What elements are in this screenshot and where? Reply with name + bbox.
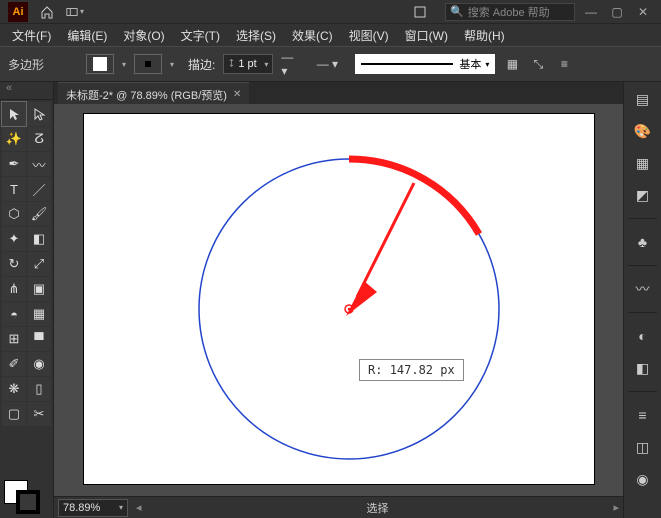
zoom-field[interactable]: 78.89% ▾ — [58, 499, 128, 517]
gradient-panel-icon[interactable]: ◧ — [632, 357, 654, 379]
toolbox-tab[interactable]: « — [0, 82, 53, 100]
direct-select-tool[interactable] — [27, 102, 51, 126]
right-dock: ▤ 🎨 ▦ ◩ ♣ 〰 ◐ ◧ ≡ ◫ ◉ — [623, 82, 661, 518]
swatches-panel-icon[interactable]: ▦ — [632, 152, 654, 174]
artboard-tool[interactable]: ▢ — [2, 402, 26, 426]
color-panel-icon[interactable]: 🎨 — [632, 120, 654, 142]
menu-object[interactable]: 对象(O) — [117, 25, 170, 46]
tab-close-button[interactable]: ✕ — [233, 89, 241, 100]
type-tool[interactable]: T — [2, 177, 26, 201]
search-input[interactable]: 🔍 搜索 Adobe 帮助 — [445, 3, 575, 21]
document-tab[interactable]: 未标题-2* @ 78.89% (RGB/预览) ✕ — [58, 82, 249, 104]
close-button[interactable]: ✕ — [633, 5, 653, 19]
align-dropdown[interactable]: ▦ — [503, 55, 521, 73]
layout-dropdown[interactable] — [66, 3, 84, 21]
style-value: 基本 — [459, 56, 481, 72]
scale-tool[interactable]: ⤢ — [27, 252, 51, 276]
width-tool[interactable]: ⋔ — [2, 277, 26, 301]
symbols-panel-icon[interactable]: ♣ — [632, 231, 654, 253]
brush-def-dropdown[interactable]: — ▾ — [307, 55, 347, 73]
eraser-tool[interactable]: ◧ — [27, 227, 51, 251]
transform-dropdown[interactable]: ⤡ — [529, 55, 547, 73]
lasso-tool[interactable]: ⵒ — [27, 127, 51, 151]
fill-swatch[interactable] — [86, 54, 114, 74]
title-bar: Ai 🔍 搜索 Adobe 帮助 — ▢ ✕ — [0, 0, 661, 24]
appearance-panel-icon[interactable]: ◉ — [632, 468, 654, 490]
menu-effect[interactable]: 效果(C) — [286, 25, 339, 46]
expand-icon[interactable] — [411, 3, 429, 21]
free-transform-tool[interactable]: ▣ — [27, 277, 51, 301]
menu-file[interactable]: 文件(F) — [6, 25, 57, 46]
stroke-color-swatch[interactable] — [16, 490, 40, 514]
shape-builder-tool[interactable]: ◓ — [2, 302, 26, 326]
tool-panel: « ✨ ⵒ ✒ 〰 T ／ ⬡ 🖌 ✦ ◧ ↻ ⤢ ⋔ ▣ ◓ ▦ ⊞ ▀ ✐ … — [0, 82, 54, 518]
rotate-tool[interactable]: ↻ — [2, 252, 26, 276]
mesh-tool[interactable]: ⊞ — [2, 327, 26, 351]
chevron-down-icon[interactable]: ▾ — [122, 60, 126, 69]
curvature-tool[interactable]: 〰 — [27, 152, 51, 176]
graph-tool[interactable]: ▯ — [27, 377, 51, 401]
stroke-weight-field[interactable]: ⭥ 1 pt ▾ — [223, 54, 273, 74]
canvas[interactable]: R: 147.82 px — [54, 104, 623, 496]
status-mode: 选择 — [150, 500, 606, 516]
search-placeholder: 搜索 Adobe 帮助 — [468, 4, 550, 20]
radius-value: 147.82 px — [390, 363, 455, 377]
align-panel-icon[interactable]: ≡ — [632, 404, 654, 426]
stroke-swatch[interactable] — [134, 54, 162, 74]
pen-tool[interactable]: ✒ — [2, 152, 26, 176]
chevron-down-icon[interactable]: ▾ — [170, 60, 174, 69]
pathfinder-panel-icon[interactable]: ◫ — [632, 436, 654, 458]
artwork-circle — [84, 114, 594, 484]
minimize-button[interactable]: — — [581, 5, 601, 19]
radius-tooltip: R: 147.82 px — [359, 359, 464, 381]
selection-tool[interactable] — [2, 102, 26, 126]
fill-stroke-swatches[interactable] — [0, 476, 53, 518]
document-tab-strip: 未标题-2* @ 78.89% (RGB/预览) ✕ — [54, 82, 623, 104]
menu-edit[interactable]: 编辑(E) — [61, 25, 113, 46]
brushes-panel-icon[interactable]: 〰 — [632, 278, 654, 300]
status-bar: 78.89% ▾ ◂ 选择 ▸ — [54, 496, 623, 518]
menu-help[interactable]: 帮助(H) — [458, 25, 511, 46]
stroke-panel-icon[interactable]: ◩ — [632, 184, 654, 206]
line-tool[interactable]: ／ — [27, 177, 51, 201]
magic-wand-tool[interactable]: ✨ — [2, 127, 26, 151]
radius-label: R: — [368, 363, 382, 377]
polygon-tool[interactable]: ⬡ — [2, 202, 26, 226]
app-logo: Ai — [8, 2, 28, 22]
artboard: R: 147.82 px — [84, 114, 594, 484]
paintbrush-tool[interactable]: 🖌 — [27, 202, 51, 226]
properties-panel-icon[interactable]: ▤ — [632, 88, 654, 110]
menu-bar: 文件(F) 编辑(E) 对象(O) 文字(T) 选择(S) 效果(C) 视图(V… — [0, 24, 661, 46]
stroke-weight-value: 1 pt — [238, 58, 256, 70]
home-icon[interactable] — [38, 3, 56, 21]
active-tool-label: 多边形 — [8, 56, 78, 73]
gradient-tool[interactable]: ▀ — [27, 327, 51, 351]
stroke-profile-dropdown[interactable]: — ▾ — [281, 55, 299, 73]
stroke-label: 描边: — [188, 56, 215, 73]
option-menu-icon[interactable]: ≡ — [555, 55, 573, 73]
options-bar: 多边形 ▾ ▾ 描边: ⭥ 1 pt ▾ — ▾ — ▾ 基本 ▾ ▦ ⤡ ≡ — [0, 46, 661, 82]
symbol-spray-tool[interactable]: ❋ — [2, 377, 26, 401]
menu-select[interactable]: 选择(S) — [230, 25, 282, 46]
perspective-tool[interactable]: ▦ — [27, 302, 51, 326]
tab-title: 未标题-2* @ 78.89% (RGB/预览) — [66, 87, 227, 103]
shaper-tool[interactable]: ✦ — [2, 227, 26, 251]
search-icon: 🔍 — [450, 5, 464, 18]
slice-tool[interactable]: ✂ — [27, 402, 51, 426]
graphic-style-dropdown[interactable]: 基本 ▾ — [355, 54, 495, 74]
menu-type[interactable]: 文字(T) — [175, 25, 226, 46]
maximize-button[interactable]: ▢ — [607, 5, 627, 19]
menu-window[interactable]: 窗口(W) — [399, 25, 454, 46]
eyedropper-tool[interactable]: ✐ — [2, 352, 26, 376]
transparency-panel-icon[interactable]: ◐ — [632, 325, 654, 347]
menu-view[interactable]: 视图(V) — [343, 25, 395, 46]
zoom-value: 78.89% — [63, 502, 100, 514]
blend-tool[interactable]: ◉ — [27, 352, 51, 376]
